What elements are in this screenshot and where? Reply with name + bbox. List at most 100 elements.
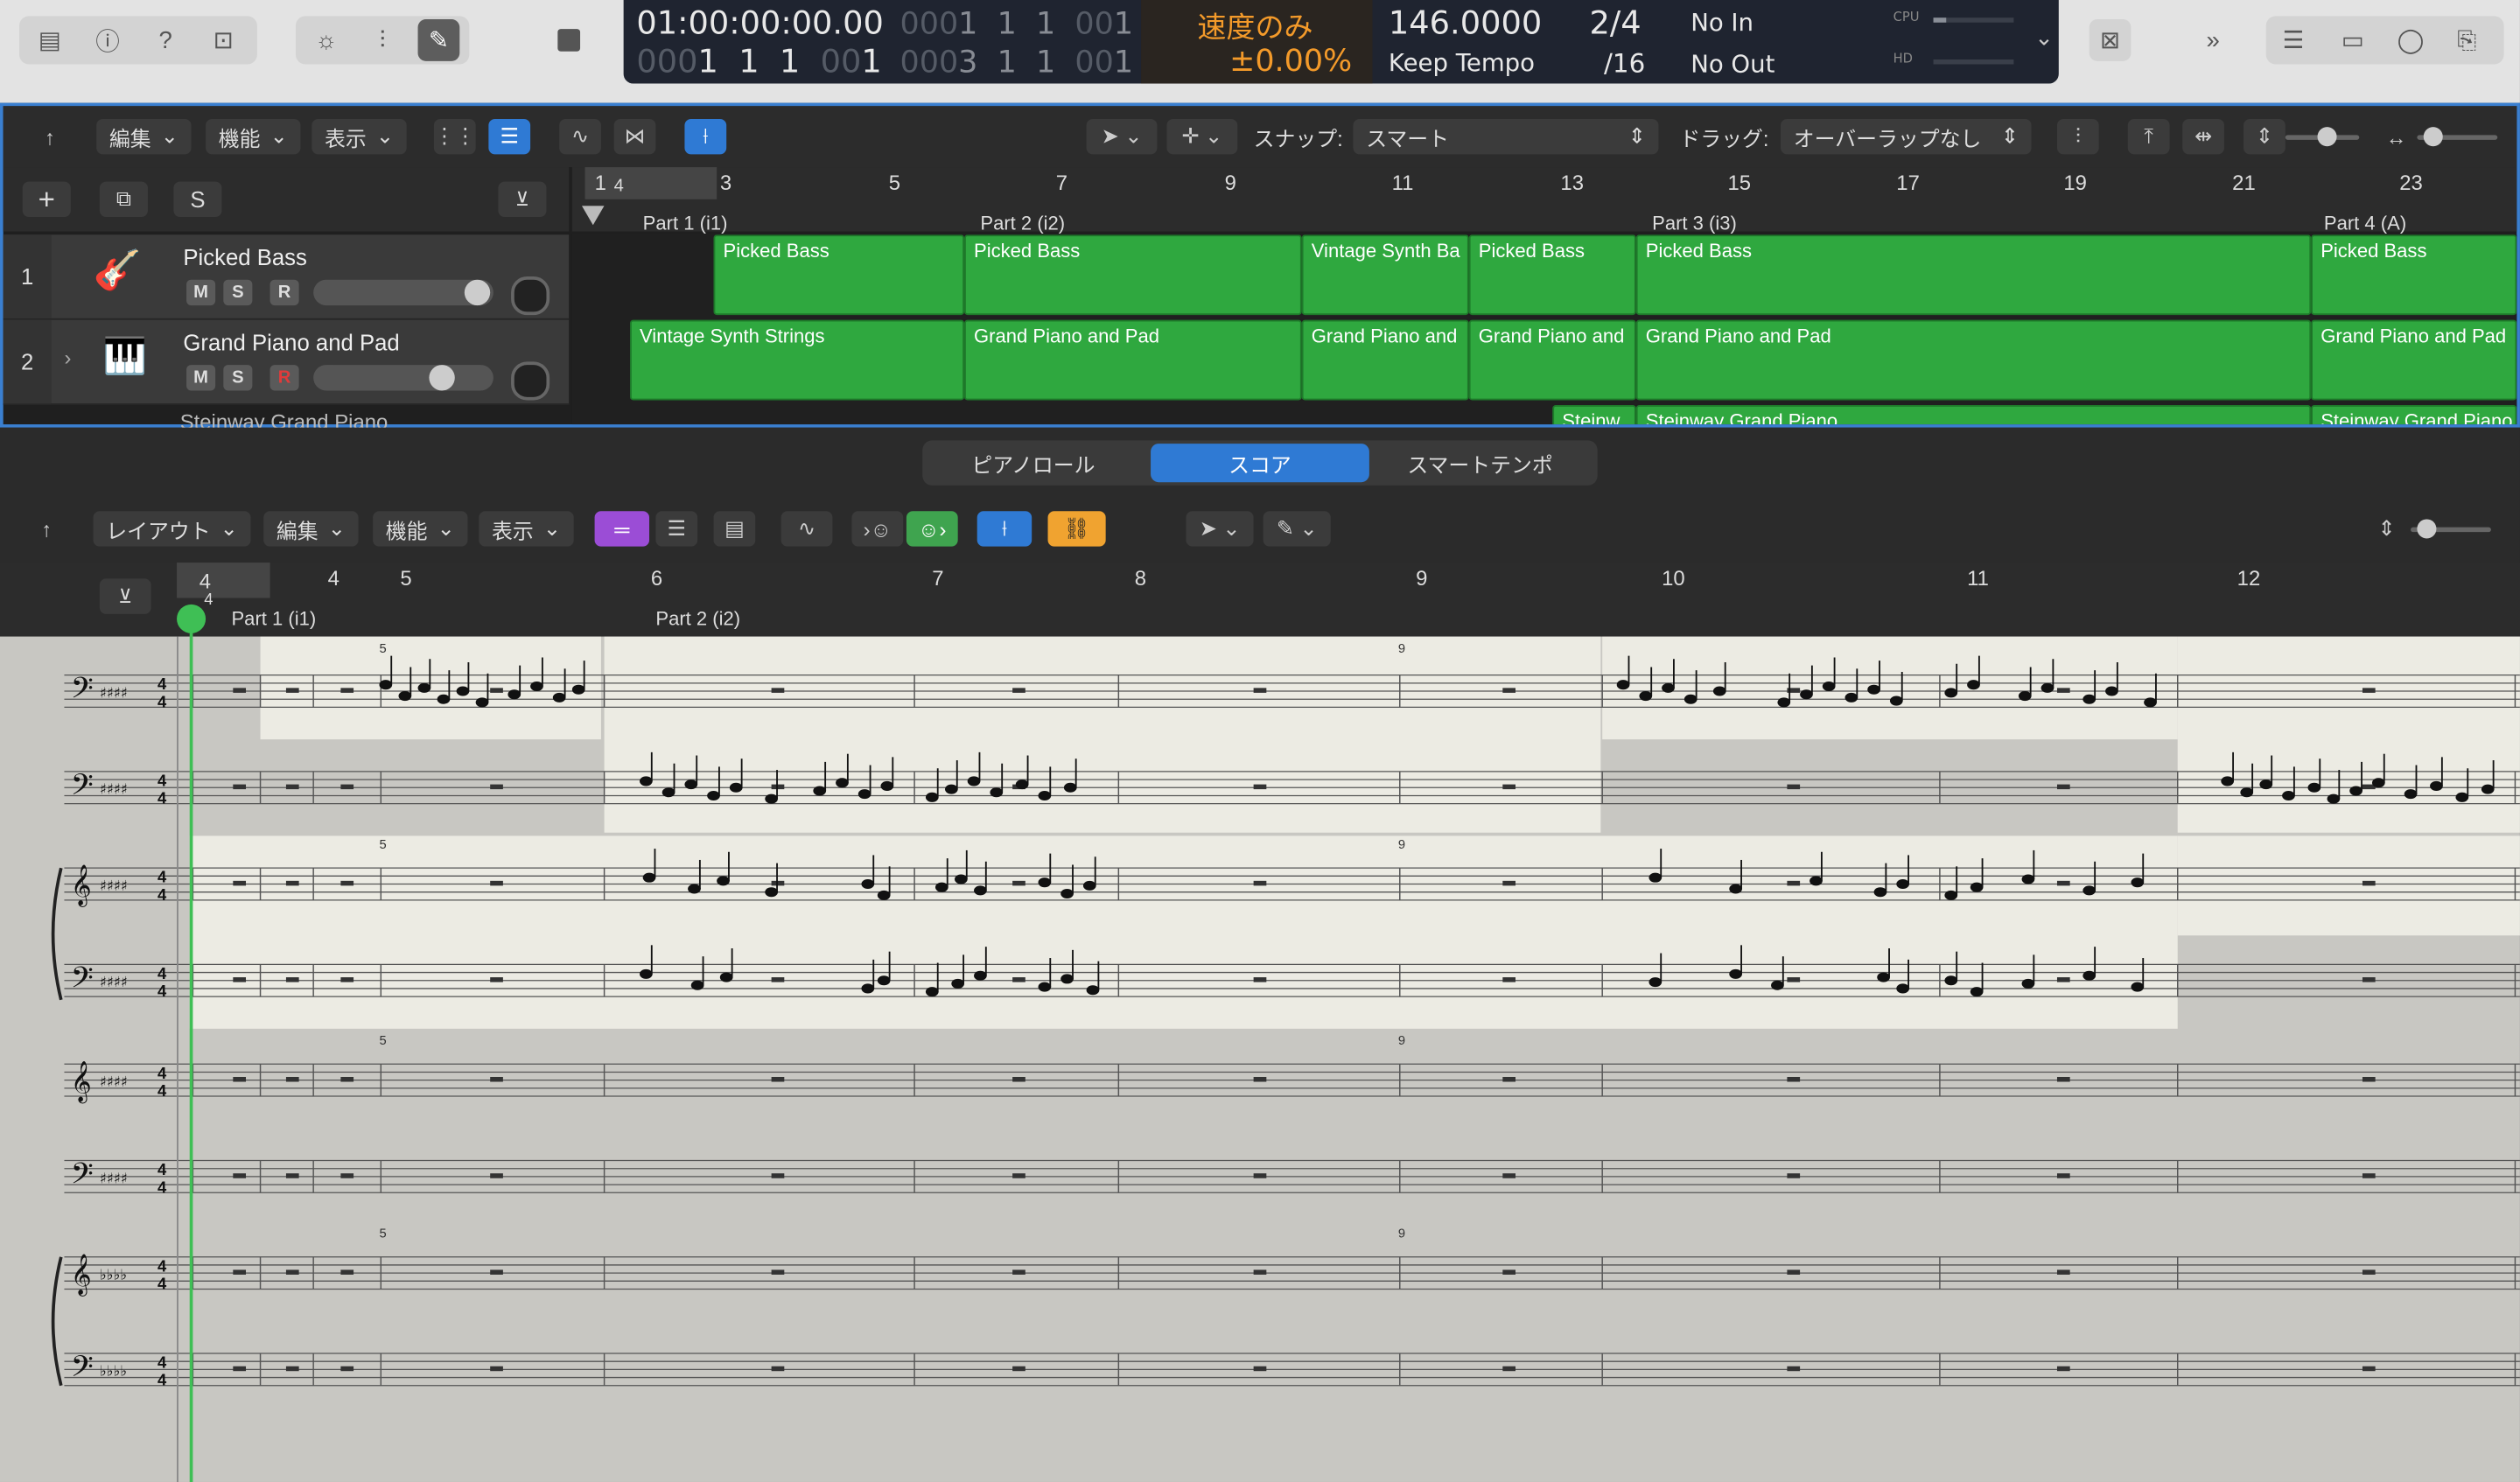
record-button[interactable]: R bbox=[270, 279, 299, 306]
mute-button[interactable]: M bbox=[186, 365, 216, 391]
duplicate-track-icon[interactable]: ⧉ bbox=[99, 181, 148, 218]
score-area[interactable]: 𝄢 ♯♯♯♯ 4 4 𝄢 ♯♯♯♯ 4 4 𝄞 ♯♯♯♯ 4 4 𝄢 ♯♯♯♯ 4 4 𝄞 ♯♯♯♯ 4 4 𝄢 ♯♯♯♯… bbox=[0, 604, 2520, 1482]
edit-menu[interactable]: 編集 ⌄ bbox=[96, 118, 192, 155]
track-name[interactable]: Grand Piano and Pad bbox=[183, 330, 399, 355]
region[interactable]: Grand Piano and bbox=[1468, 319, 1636, 401]
volume-slider[interactable] bbox=[313, 365, 494, 391]
marker-part3[interactable]: Part 3 (i3) bbox=[1652, 213, 1737, 235]
tab-piano-roll[interactable]: ピアノロール bbox=[932, 444, 1134, 482]
part-box-icon[interactable]: ▤ bbox=[713, 511, 756, 547]
drag-select[interactable]: オーバーラップなし ⇕ bbox=[1781, 118, 2032, 155]
catch-icon[interactable]: ⟊ bbox=[684, 118, 727, 155]
marker-part1[interactable]: Part 1 (i1) bbox=[231, 607, 316, 630]
collapse-icon[interactable]: ⊻ bbox=[498, 181, 547, 218]
track-name[interactable]: Picked Bass bbox=[183, 244, 307, 269]
record-button[interactable]: R bbox=[270, 365, 299, 391]
crosshair-tool-icon[interactable]: ✛ ⌄ bbox=[1166, 118, 1238, 155]
view-menu[interactable]: 表示 ⌄ bbox=[479, 511, 574, 547]
flex-icon[interactable]: ⋈ bbox=[613, 118, 656, 155]
view-menu[interactable]: 表示 ⌄ bbox=[312, 118, 407, 155]
playhead-marker-icon[interactable] bbox=[581, 206, 605, 226]
toolbar-icon[interactable]: ⊡ bbox=[202, 19, 244, 61]
playhead[interactable] bbox=[189, 611, 193, 1482]
page-view-icon[interactable]: ☰ bbox=[655, 511, 698, 547]
zoom-slider[interactable] bbox=[2411, 519, 2491, 539]
smart-controls-icon[interactable]: ☼ bbox=[305, 19, 347, 61]
function-menu[interactable]: 機能 ⌄ bbox=[373, 511, 468, 547]
midi-out-icon[interactable]: ☺› bbox=[906, 511, 958, 547]
global-solo-button[interactable]: S bbox=[173, 181, 222, 218]
region[interactable]: Picked Bass bbox=[1468, 234, 1636, 316]
stop-button[interactable] bbox=[546, 19, 591, 61]
region[interactable]: Steinway Grand Piano bbox=[2311, 404, 2517, 425]
browsers-icon[interactable]: ⎘ bbox=[2446, 19, 2488, 61]
grid-view-icon[interactable]: ⋮⋮ bbox=[433, 118, 476, 155]
tab-score[interactable]: スコア bbox=[1151, 444, 1369, 483]
editors-pencil-icon[interactable]: ✎ bbox=[417, 19, 460, 61]
track-header-grand-piano[interactable]: 2 › 🎹 Grand Piano and Pad M S R bbox=[3, 319, 570, 405]
score-staves[interactable]: 𝄢 ♯♯♯♯ 44𝄢 ♯♯♯♯ 44𝄞 ♯♯♯♯ 44𝄢 ♯♯♯♯ 44𝄞 ♯♯♯♯ 44𝄢 ♯♯♯♯… bbox=[0, 636, 2520, 1482]
more-icon[interactable]: » bbox=[2192, 19, 2234, 61]
playhead-handle-icon[interactable] bbox=[177, 604, 206, 633]
region[interactable]: Steinway Grand Piano bbox=[1635, 404, 2312, 425]
pan-knob[interactable] bbox=[511, 276, 550, 316]
region[interactable]: Steinw bbox=[1552, 404, 1636, 425]
vertical-zoom-slider[interactable] bbox=[2285, 127, 2360, 147]
cycle-region[interactable] bbox=[177, 563, 270, 598]
marker-part2[interactable]: Part 2 (i2) bbox=[655, 607, 740, 630]
list-editors-icon[interactable]: ☰ bbox=[2272, 19, 2314, 61]
region[interactable]: Grand Piano and Pad bbox=[2311, 319, 2517, 401]
inspector-icon[interactable]: ⓘ bbox=[87, 19, 129, 61]
volume-slider[interactable] bbox=[313, 279, 494, 306]
waveform-zoom-icon[interactable]: ⫶ bbox=[2056, 118, 2099, 155]
pencil-tool-icon[interactable]: ✎ ⌄ bbox=[1263, 511, 1331, 547]
region[interactable]: Vintage Synth Strings bbox=[629, 319, 965, 401]
region[interactable]: Vintage Synth Ba bbox=[1301, 234, 1469, 316]
horizontal-zoom-slider[interactable] bbox=[2417, 127, 2498, 147]
function-menu[interactable]: 機能 ⌄ bbox=[206, 118, 301, 155]
region[interactable]: Grand Piano and bbox=[1301, 319, 1469, 401]
region[interactable]: Picked Bass bbox=[713, 234, 965, 316]
layout-menu[interactable]: レイアウト ⌄ bbox=[93, 511, 251, 547]
editor-ruler[interactable]: ⊻ 4 4 4 5 6 7 8 9 10 11 12 Part 1 (i1) P… bbox=[0, 563, 2520, 637]
region[interactable]: Picked Bass bbox=[2311, 234, 2517, 316]
midi-in-icon[interactable]: ›☺ bbox=[851, 511, 904, 547]
link-icon[interactable]: ⛓ bbox=[1047, 511, 1106, 547]
snap-select[interactable]: スマート ⇕ bbox=[1353, 118, 1659, 155]
library-icon[interactable]: ▤ bbox=[29, 19, 71, 61]
region[interactable]: Grand Piano and Pad bbox=[964, 319, 1302, 401]
marker-part1[interactable]: Part 1 (i1) bbox=[643, 213, 728, 235]
time-signature[interactable]: 2/4 bbox=[1589, 3, 1641, 42]
disclosure-chevron-icon[interactable]: › bbox=[64, 346, 71, 370]
download-icon[interactable]: ⊻ bbox=[99, 578, 151, 614]
pointer-tool-icon[interactable]: ➤ ⌄ bbox=[1086, 118, 1158, 155]
close-x-icon[interactable]: ⊠ bbox=[2089, 19, 2132, 61]
ruler[interactable]: 1 4 3 5 7 9 11 13 15 17 19 21 23 Part 1 … bbox=[571, 167, 2517, 234]
pan-knob[interactable] bbox=[511, 361, 550, 401]
region[interactable]: Picked Bass bbox=[1635, 234, 2312, 316]
back-arrow-icon[interactable]: ↑ bbox=[29, 119, 71, 154]
linear-view-icon[interactable]: ═ bbox=[594, 511, 650, 547]
notepad-icon[interactable]: ▭ bbox=[2332, 19, 2374, 61]
list-view-icon[interactable]: ☰ bbox=[488, 118, 531, 155]
tab-smart-tempo[interactable]: スマートテンポ bbox=[1376, 444, 1585, 482]
keep-tempo[interactable]: Keep Tempo bbox=[1389, 48, 1535, 77]
region[interactable]: Picked Bass bbox=[964, 234, 1302, 316]
loop-browser-icon[interactable]: ◯ bbox=[2390, 19, 2432, 61]
vertical-fit-icon[interactable]: ⤒ bbox=[2127, 118, 2170, 155]
catch-icon[interactable]: ⟊ bbox=[976, 511, 1032, 547]
automation-icon[interactable]: ∿ bbox=[780, 511, 833, 547]
back-arrow-icon[interactable]: ↑ bbox=[25, 511, 67, 546]
track-header-picked-bass[interactable]: 1 🎸 Picked Bass M S R bbox=[3, 234, 570, 320]
region[interactable]: Grand Piano and Pad bbox=[1635, 319, 2312, 401]
marker-part2[interactable]: Part 2 (i2) bbox=[980, 213, 1065, 235]
mute-button[interactable]: M bbox=[186, 279, 216, 306]
solo-button[interactable]: S bbox=[223, 279, 253, 306]
tempo-value[interactable]: 146.0000 bbox=[1389, 3, 1542, 42]
chevron-down-icon[interactable]: ⌄ bbox=[2034, 25, 2054, 51]
edit-menu[interactable]: 編集 ⌄ bbox=[263, 511, 359, 547]
horizontal-fit-icon[interactable]: ⇹ bbox=[2182, 118, 2224, 155]
marker-part4[interactable]: Part 4 (A) bbox=[2324, 213, 2406, 235]
lcd-display[interactable]: 01:00:00:00.00 0001 1 1 001 0001 1 1 001… bbox=[623, 0, 2059, 84]
quick-help-icon[interactable]: ? bbox=[144, 19, 186, 61]
